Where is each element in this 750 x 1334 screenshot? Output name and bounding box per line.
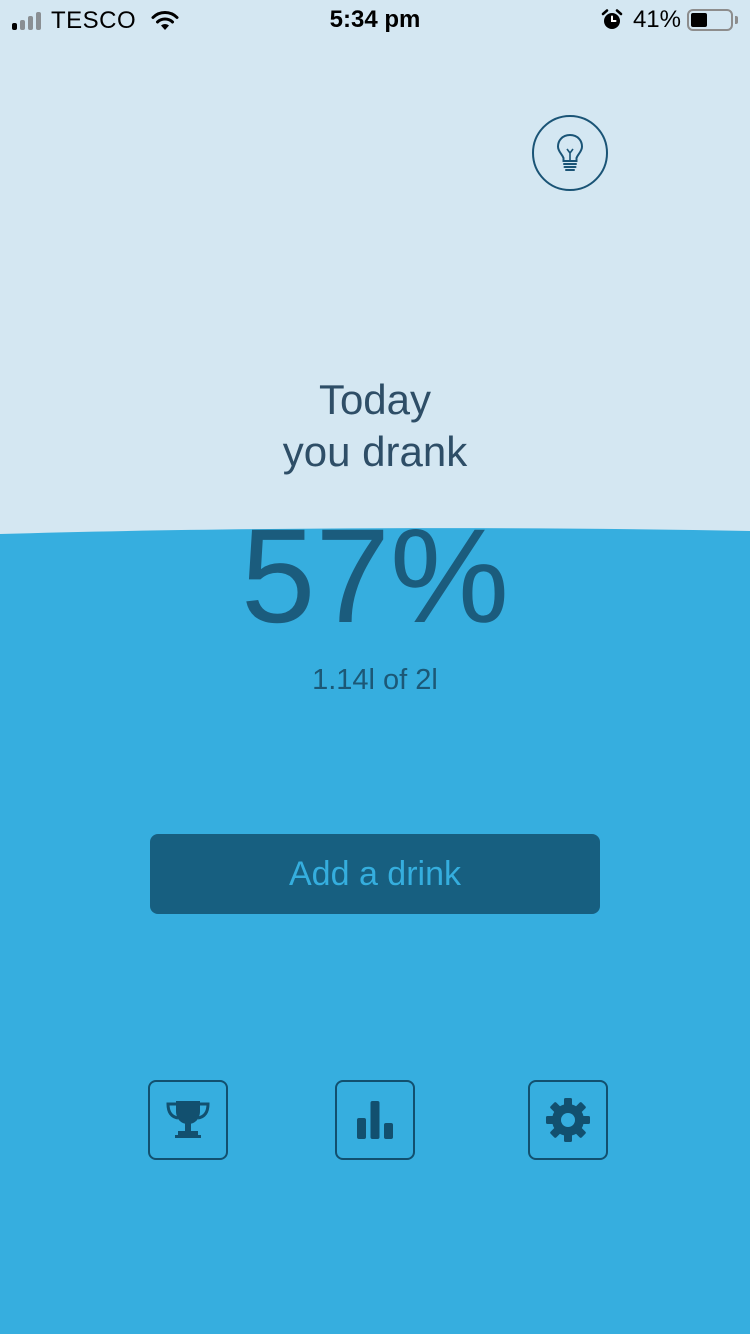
bar-chart-icon bbox=[357, 1101, 393, 1139]
settings-button[interactable] bbox=[528, 1080, 608, 1160]
gear-icon bbox=[546, 1098, 590, 1142]
hydration-amount: 1.14l of 2l bbox=[312, 664, 438, 696]
lightbulb-icon bbox=[556, 133, 584, 171]
alarm-icon bbox=[601, 9, 623, 29]
battery-tip bbox=[735, 16, 738, 24]
battery-percentage: 41% bbox=[632, 6, 681, 33]
status-bar: TESCO 5:34 pm 41% bbox=[0, 0, 750, 40]
heading-today: Today bbox=[318, 376, 432, 423]
battery-level-fill bbox=[691, 13, 707, 27]
heading-you-drank: you drank bbox=[282, 428, 468, 475]
tip-button[interactable] bbox=[532, 115, 608, 191]
achievements-button[interactable] bbox=[148, 1080, 228, 1160]
hydration-screen: TESCO 5:34 pm 41% Today you drank 57% 1.… bbox=[0, 0, 750, 1334]
statistics-button[interactable] bbox=[335, 1080, 415, 1160]
trophy-icon bbox=[166, 1101, 210, 1138]
add-drink-button[interactable]: Add a drink bbox=[150, 834, 600, 914]
hydration-percent: 57% bbox=[240, 502, 510, 651]
battery-icon bbox=[687, 9, 733, 31]
